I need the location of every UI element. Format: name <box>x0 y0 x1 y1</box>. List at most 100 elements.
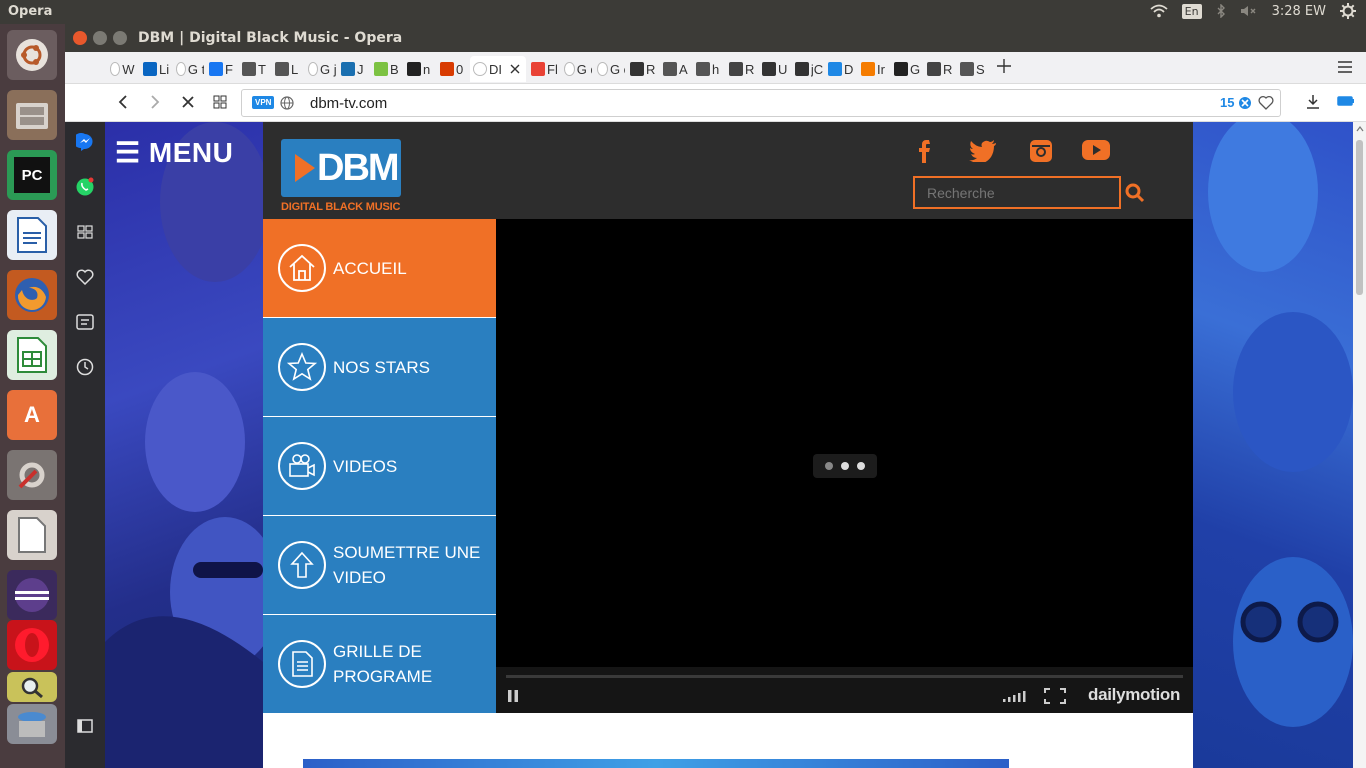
new-tab-button[interactable] <box>996 58 1012 74</box>
trash-icon[interactable] <box>7 704 57 744</box>
document-icon <box>663 62 677 76</box>
tab-label: G c <box>609 61 625 77</box>
speed-dial-icon[interactable] <box>75 222 95 242</box>
tab-label: G je <box>320 61 336 77</box>
firefox-icon[interactable] <box>7 270 57 320</box>
browser-tab[interactable]: R <box>627 56 658 82</box>
pycharm-icon[interactable]: PC <box>7 150 57 200</box>
eclipse-icon[interactable] <box>7 570 57 620</box>
ubuntu-dash-icon[interactable] <box>7 30 57 80</box>
search-input[interactable] <box>913 176 1121 209</box>
browser-tab[interactable]: G <box>891 56 922 82</box>
browser-tab[interactable]: DI <box>470 56 526 82</box>
search-files-icon[interactable] <box>7 672 57 702</box>
volume-muted-icon[interactable] <box>1240 4 1258 18</box>
progress-bar[interactable] <box>506 675 1183 678</box>
tab-menu-icon[interactable] <box>1337 61 1353 73</box>
tab-grid-icon[interactable] <box>213 95 227 109</box>
nav-item-videos[interactable]: VIDEOS <box>263 417 496 515</box>
browser-tab[interactable]: L <box>272 56 303 82</box>
browser-tab[interactable]: jC <box>792 56 823 82</box>
keyboard-layout-indicator[interactable]: En <box>1181 3 1202 19</box>
sidebar-toggle-icon[interactable] <box>75 716 95 736</box>
ad-block-icon[interactable] <box>1238 96 1252 110</box>
instagram-icon[interactable] <box>1029 139 1053 163</box>
libreoffice-icon[interactable] <box>7 510 57 560</box>
history-clock-icon[interactable] <box>75 357 95 377</box>
browser-tab[interactable]: Fl <box>528 56 559 82</box>
close-tab-icon[interactable] <box>510 64 520 74</box>
browser-tab[interactable]: T <box>239 56 270 82</box>
battery-saver-icon[interactable] <box>1337 95 1355 107</box>
browser-tab[interactable]: h <box>693 56 724 82</box>
browser-tab[interactable]: J <box>338 56 369 82</box>
whatsapp-icon[interactable] <box>75 177 95 197</box>
settings-gear-icon[interactable] <box>1340 3 1356 19</box>
opera-icon[interactable] <box>7 620 57 670</box>
browser-tab[interactable]: R <box>924 56 955 82</box>
browser-tab[interactable]: F <box>206 56 237 82</box>
bookmark-heart-icon[interactable] <box>1258 95 1274 110</box>
bluetooth-icon[interactable] <box>1216 4 1226 18</box>
browser-tab[interactable]: G d <box>561 56 592 82</box>
browser-tab[interactable]: Li <box>140 56 171 82</box>
browser-tab[interactable]: 0 <box>437 56 468 82</box>
system-settings-icon[interactable] <box>7 450 57 500</box>
scroll-up-icon[interactable] <box>1356 126 1364 132</box>
dbm-logo[interactable]: DBM DIGITAL BLACK MUSIC <box>281 139 401 213</box>
clock[interactable]: 3:28 EW <box>1272 4 1326 19</box>
nav-item-grille-de[interactable]: GRILLE DE PROGRAME <box>263 615 496 713</box>
browser-tab[interactable]: B <box>371 56 402 82</box>
facebook-icon[interactable] <box>915 138 937 164</box>
dailymotion-logo[interactable]: dailymotion <box>1088 685 1180 705</box>
browser-tab[interactable]: D <box>825 56 856 82</box>
browser-tab[interactable]: G je <box>305 56 336 82</box>
browser-tab[interactable]: n <box>404 56 435 82</box>
browser-tab[interactable]: A <box>660 56 691 82</box>
banner-image-top[interactable] <box>303 759 1009 768</box>
forward-icon[interactable] <box>149 94 161 110</box>
video-player[interactable]: dailymotion <box>496 219 1193 713</box>
close-window-button[interactable] <box>73 31 87 45</box>
youtube-icon[interactable] <box>1081 138 1111 162</box>
wifi-icon[interactable] <box>1150 4 1168 18</box>
browser-tab[interactable]: G te <box>173 56 204 82</box>
nav-item-accueil[interactable]: ACCUEIL <box>263 219 496 317</box>
quality-bars-icon[interactable] <box>1002 689 1026 703</box>
nav-item-nos-stars[interactable]: NOS STARS <box>263 318 496 416</box>
back-icon[interactable] <box>117 94 129 110</box>
search-icon[interactable] <box>1125 183 1145 203</box>
minimize-window-button[interactable] <box>93 31 107 45</box>
ad-block-count[interactable]: 15 <box>1220 95 1234 110</box>
calc-icon[interactable] <box>7 330 57 380</box>
news-icon[interactable] <box>75 312 95 332</box>
stop-loading-icon[interactable] <box>181 95 195 109</box>
url-field[interactable]: VPN dbm-tv.com 15 <box>241 89 1281 117</box>
menu-toggle-button[interactable]: ☰ MENU <box>115 136 233 169</box>
page-scrollbar[interactable] <box>1353 122 1366 768</box>
download-icon[interactable] <box>1305 94 1321 110</box>
scrollbar-thumb[interactable] <box>1356 140 1363 295</box>
tab-label: n <box>423 61 431 77</box>
messenger-icon[interactable] <box>75 132 95 152</box>
twitter-icon[interactable] <box>969 140 997 162</box>
software-center-icon[interactable]: A <box>7 390 57 440</box>
site-header: DBM DIGITAL BLACK MUSIC <box>263 122 1193 219</box>
fullscreen-icon[interactable] <box>1044 688 1066 704</box>
nav-item-soumettre-une[interactable]: SOUMETTRE UNE VIDEO <box>263 516 496 614</box>
browser-tab[interactable]: R <box>726 56 757 82</box>
browser-tab[interactable]: G c <box>594 56 625 82</box>
files-icon[interactable] <box>7 90 57 140</box>
address-bar-row: VPN dbm-tv.com 15 <box>65 84 1366 122</box>
maximize-window-button[interactable] <box>113 31 127 45</box>
browser-tab[interactable]: S <box>957 56 988 82</box>
writer-icon[interactable] <box>7 210 57 260</box>
browser-tab[interactable]: Ir <box>858 56 889 82</box>
pause-icon[interactable] <box>506 689 520 703</box>
bookmarks-heart-icon[interactable] <box>75 267 95 287</box>
nav-item-label: NOS STARS <box>333 355 430 380</box>
tab-bar: W L Li G te F T L G je J Bn 0 DI Fl G d G c R Ah R UjC D Ir… <box>65 52 1366 84</box>
browser-tab[interactable]: U <box>759 56 790 82</box>
browser-tab[interactable]: W L <box>107 56 138 82</box>
vpn-badge[interactable]: VPN <box>252 96 275 109</box>
